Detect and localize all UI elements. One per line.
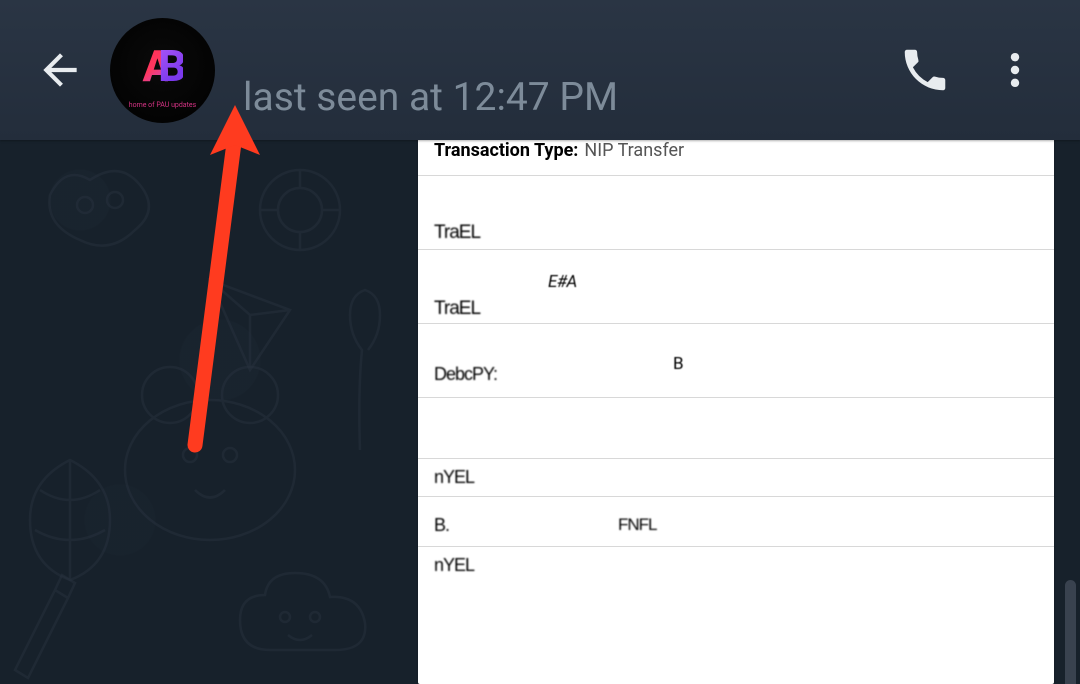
receipt-value: E#A [548,272,577,292]
receipt-label: nYEL [434,555,474,576]
more-vertical-icon [993,48,1037,92]
contact-avatar[interactable]: AB home of PAU updates [110,18,215,123]
scrollbar[interactable] [1065,580,1076,684]
receipt-row [418,398,1054,458]
contact-name: ​ ​ ​ [243,20,870,72]
receipt-value: FNFL [618,515,657,535]
contact-title-block[interactable]: ​ ​ ​ last seen at 12:47 PM [243,20,870,120]
receipt-value: NIP Transfer [584,140,684,161]
message-image-receipt[interactable]: Transaction Type: NIP Transfer TraEL TraE… [418,140,1054,684]
receipt-row: TraEL E#A [418,250,1054,324]
receipt-row: TraEL [418,176,1054,250]
receipt-label: Transaction Type: [434,140,578,161]
more-options-button[interactable] [980,35,1050,105]
receipt-row: B. FNFL [418,497,1054,547]
receipt-row: DebcPY: B [418,324,1054,398]
arrow-left-icon [35,45,85,95]
avatar-monogram: AB [142,40,182,92]
receipt-label: B. [434,515,449,536]
last-seen-status: last seen at 12:47 PM [243,74,870,120]
chat-header: AB home of PAU updates ​ ​ ​ last seen a… [0,0,1080,140]
receipt-label: nYEL [434,467,474,488]
chat-body[interactable]: Transaction Type: NIP Transfer TraEL TraE… [0,140,1080,684]
receipt-row-type: Transaction Type: NIP Transfer [418,140,1054,176]
avatar-letter-b: B [158,40,182,92]
phone-icon [898,43,952,97]
receipt-row: nYEL [418,458,1054,497]
receipt-label: TraEL [434,222,480,244]
call-button[interactable] [890,35,960,105]
receipt-value: B [673,354,683,374]
receipt-label: TraEL [434,298,480,320]
receipt-row: nYEL [418,547,1054,585]
back-button[interactable] [30,40,90,100]
avatar-subtitle: home of PAU updates [129,101,196,109]
receipt-label: DebcPY: [434,364,497,385]
